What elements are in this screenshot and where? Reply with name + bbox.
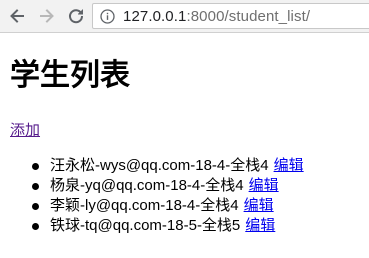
edit-link[interactable]: 编辑 [249,177,279,194]
url-host: 127.0.0.1 [123,8,187,25]
edit-link[interactable]: 编辑 [244,197,274,214]
bullet-icon [32,183,39,190]
student-list: 汪永松-wys@qq.com-18-4-全栈4 编辑 杨泉-yq@qq.com-1… [10,156,304,236]
bullet-icon [32,203,39,210]
page-title: 学生列表 [10,58,130,93]
list-item: 杨泉-yq@qq.com-18-4-全栈4 编辑 [32,176,304,196]
edit-link[interactable]: 编辑 [274,157,304,174]
reload-icon [69,9,84,24]
back-button[interactable] [6,5,28,27]
bullet-icon [32,223,39,230]
reload-button[interactable] [65,5,87,27]
student-info: 汪永松-wys@qq.com-18-4-全栈4 [50,157,269,174]
add-link[interactable]: 添加 [10,122,40,140]
arrow-right-icon [40,9,54,23]
student-info: 杨泉-yq@qq.com-18-4-全栈4 [50,177,244,194]
student-info: 铁球-tq@qq.com-18-5-全栈5 [50,217,241,234]
url-path: :8000/student_list/ [186,8,311,25]
address-bar[interactable]: 127.0.0.1:8000/student_list/ [92,3,369,29]
bullet-icon [32,163,39,170]
list-item: 汪永松-wys@qq.com-18-4-全栈4 编辑 [32,156,304,176]
arrow-left-icon [10,9,24,23]
student-info: 李颖-ly@qq.com-18-4-全栈4 [50,197,239,214]
info-icon [100,9,115,24]
url-text: 127.0.0.1:8000/student_list/ [123,8,310,25]
list-item: 铁球-tq@qq.com-18-5-全栈5 编辑 [32,216,304,236]
list-item: 李颖-ly@qq.com-18-4-全栈4 编辑 [32,196,304,216]
browser-toolbar: 127.0.0.1:8000/student_list/ [0,0,369,33]
edit-link[interactable]: 编辑 [245,217,275,234]
forward-button[interactable] [36,5,58,27]
